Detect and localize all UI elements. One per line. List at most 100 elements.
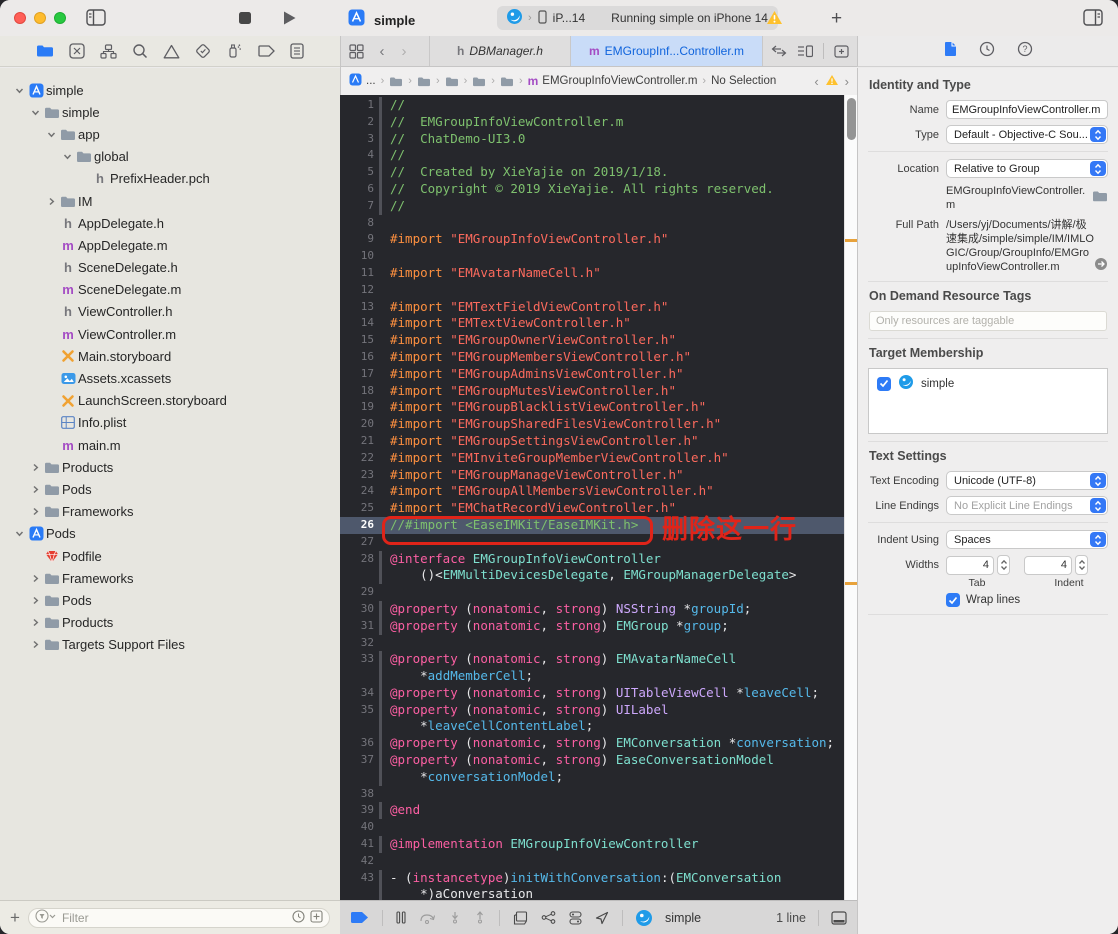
editor-scrollbar[interactable] xyxy=(844,95,857,900)
list-item[interactable]: Main.storyboard xyxy=(0,345,340,367)
line-number[interactable]: 9 xyxy=(340,231,376,248)
toggle-inspector-icon[interactable] xyxy=(1083,9,1103,26)
pause-icon[interactable] xyxy=(396,911,406,924)
stop-button[interactable] xyxy=(238,11,252,25)
tab-emgroupinfo[interactable]: m EMGroupInf...Controller.m xyxy=(571,36,763,66)
line-number[interactable]: 26 xyxy=(340,517,376,534)
project-navigator-icon[interactable] xyxy=(36,44,54,58)
tab-dbmanager[interactable]: h DBManager.h xyxy=(429,36,571,66)
code-editor[interactable]: 1//2// EMGroupInfoViewController.m3// Ch… xyxy=(340,95,844,900)
warning-badge-icon[interactable] xyxy=(766,10,783,30)
code-line[interactable]: *leaveCellContentLabel; xyxy=(340,718,844,735)
code-line[interactable]: 34@property (nonatomic, strong) UITableV… xyxy=(340,685,844,702)
name-field[interactable]: EMGroupInfoViewController.m xyxy=(946,100,1108,119)
step-into-icon[interactable] xyxy=(449,911,461,924)
code-line[interactable]: ()<EMMultiDevicesDelegate, EMGroupManage… xyxy=(340,567,844,584)
list-item[interactable]: mAppDelegate.m xyxy=(0,234,340,256)
line-number[interactable]: 8 xyxy=(340,215,376,232)
list-item[interactable]: app xyxy=(0,123,340,145)
list-item[interactable]: Assets.xcassets xyxy=(0,367,340,389)
list-item[interactable]: Frameworks xyxy=(0,567,340,589)
line-number[interactable]: 38 xyxy=(340,786,376,803)
line-number[interactable]: 43 xyxy=(340,870,376,887)
debug-navigator-icon[interactable] xyxy=(226,43,242,59)
line-number[interactable]: 32 xyxy=(340,635,376,652)
code-line[interactable]: 20#import "EMGroupSharedFilesViewControl… xyxy=(340,416,844,433)
project-icon[interactable] xyxy=(349,73,362,89)
code-line[interactable]: 37@property (nonatomic, strong) EaseConv… xyxy=(340,752,844,769)
code-line[interactable]: 29 xyxy=(340,584,844,601)
line-number[interactable]: 39 xyxy=(340,802,376,819)
find-navigator-icon[interactable] xyxy=(132,43,148,59)
code-line[interactable]: 5// Created by XieYajie on 2019/1/18. xyxy=(340,164,844,181)
list-item[interactable]: simple xyxy=(0,79,340,101)
list-item[interactable]: Products xyxy=(0,612,340,634)
folder-icon[interactable] xyxy=(500,76,514,87)
line-number[interactable]: 23 xyxy=(340,467,376,484)
code-line[interactable]: 6// Copyright © 2019 XieYajie. All right… xyxy=(340,181,844,198)
list-item[interactable]: Pods xyxy=(0,478,340,500)
disclosure-closed-icon[interactable] xyxy=(28,485,42,494)
running-app-label[interactable]: simple xyxy=(665,911,701,925)
code-line[interactable]: 36@property (nonatomic, strong) EMConver… xyxy=(340,735,844,752)
disclosure-open-icon[interactable] xyxy=(44,130,58,139)
code-line[interactable]: 42 xyxy=(340,853,844,870)
line-number[interactable]: 17 xyxy=(340,366,376,383)
list-item[interactable]: hViewController.h xyxy=(0,301,340,323)
line-number[interactable]: 24 xyxy=(340,483,376,500)
disclosure-closed-icon[interactable] xyxy=(28,596,42,605)
line-number[interactable]: 18 xyxy=(340,383,376,400)
line-number[interactable]: 10 xyxy=(340,248,376,265)
code-line[interactable]: 12 xyxy=(340,282,844,299)
tab-width-stepper[interactable] xyxy=(997,555,1010,575)
scrollbar-thumb[interactable] xyxy=(847,98,856,140)
warning-icon[interactable] xyxy=(825,74,839,89)
code-review-icon[interactable] xyxy=(771,45,787,57)
code-line[interactable]: *addMemberCell; xyxy=(340,668,844,685)
disclosure-open-icon[interactable] xyxy=(60,152,74,161)
code-line[interactable]: 4// xyxy=(340,147,844,164)
list-item[interactable]: hPrefixHeader.pch xyxy=(0,168,340,190)
list-item[interactable]: Products xyxy=(0,456,340,478)
add-tab-button[interactable]: + xyxy=(831,8,842,30)
code-line[interactable]: 39@end xyxy=(340,802,844,819)
code-line[interactable]: 16#import "EMGroupMembersViewController.… xyxy=(340,349,844,366)
code-line[interactable]: 15#import "EMGroupOwnerViewController.h" xyxy=(340,332,844,349)
source-control-status-icon[interactable] xyxy=(310,910,323,926)
folder-icon[interactable] xyxy=(472,76,486,87)
line-number[interactable]: 34 xyxy=(340,685,376,702)
code-line[interactable]: 9#import "EMGroupInfoViewController.h" xyxy=(340,231,844,248)
code-line[interactable]: 13#import "EMTextFieldViewController.h" xyxy=(340,299,844,316)
code-line[interactable]: *conversationModel; xyxy=(340,769,844,786)
code-line[interactable]: 8 xyxy=(340,215,844,232)
code-line[interactable]: 33@property (nonatomic, strong) EMAvatar… xyxy=(340,651,844,668)
text-encoding-dropdown[interactable]: Unicode (UTF-8) xyxy=(946,471,1108,490)
step-out-icon[interactable] xyxy=(474,911,486,924)
code-line[interactable]: 10 xyxy=(340,248,844,265)
toggle-console-icon[interactable] xyxy=(831,911,847,925)
line-number[interactable]: 33 xyxy=(340,651,376,668)
disclosure-open-icon[interactable] xyxy=(12,529,26,538)
code-line[interactable]: *)aConversation xyxy=(340,886,844,900)
line-number[interactable]: 21 xyxy=(340,433,376,450)
list-item[interactable]: mSceneDelegate.m xyxy=(0,279,340,301)
line-endings-dropdown[interactable]: No Explicit Line Endings xyxy=(946,496,1108,515)
view-hierarchy-icon[interactable] xyxy=(513,911,528,925)
line-number[interactable]: 36 xyxy=(340,735,376,752)
disclosure-closed-icon[interactable] xyxy=(28,507,42,516)
editor-options-icon[interactable] xyxy=(797,45,813,58)
close-window-button[interactable] xyxy=(14,12,26,24)
line-number[interactable]: 15 xyxy=(340,332,376,349)
line-number[interactable] xyxy=(340,718,376,735)
line-number[interactable]: 5 xyxy=(340,164,376,181)
line-number[interactable]: 6 xyxy=(340,181,376,198)
next-issue-icon[interactable]: › xyxy=(845,74,849,89)
history-inspector-icon[interactable] xyxy=(979,41,995,62)
help-inspector-icon[interactable]: ? xyxy=(1017,41,1033,62)
go-back-icon[interactable]: ‹ xyxy=(371,36,393,66)
run-destination-bar[interactable]: › iP...14 Running simple on iPhone 14 xyxy=(497,6,778,30)
folder-icon[interactable] xyxy=(445,76,459,87)
arrow-circle-icon[interactable] xyxy=(1094,257,1108,274)
list-item[interactable]: Pods xyxy=(0,589,340,611)
filter-field[interactable]: Filter xyxy=(28,908,330,928)
